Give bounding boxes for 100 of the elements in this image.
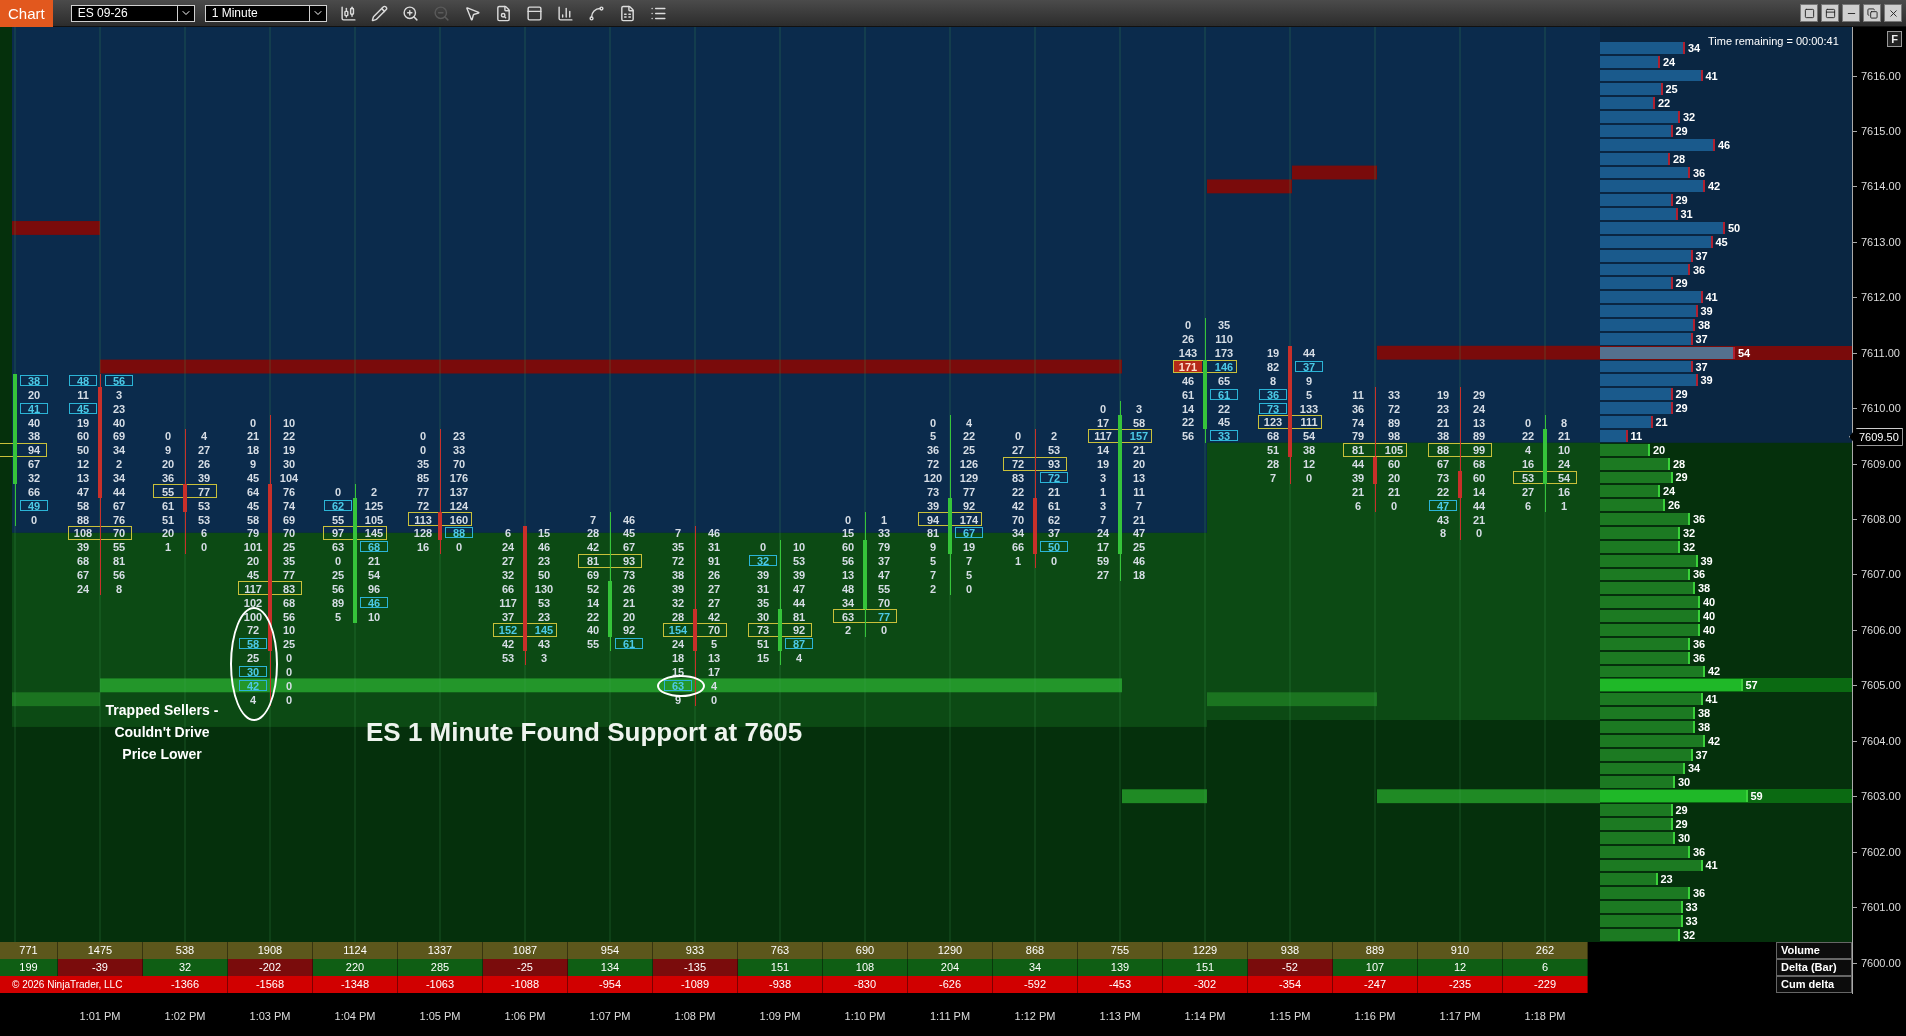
bid-volume: 38 xyxy=(670,568,686,580)
bid-volume: 70 xyxy=(1010,513,1026,525)
bid-volume: 11 xyxy=(1351,388,1365,400)
ask-volume: 56 xyxy=(105,374,133,386)
volume-value: 45 xyxy=(1715,235,1728,248)
ask-volume: 67 xyxy=(26,458,42,470)
volume-value: 23 xyxy=(1660,873,1673,886)
volume-value: 38 xyxy=(1698,582,1711,595)
volume-value: 32 xyxy=(1683,928,1696,941)
volume-value: 36 xyxy=(1693,887,1706,900)
cum-delta-cell: -938 xyxy=(738,976,823,993)
bid-volume: 12 xyxy=(75,458,91,470)
ask-volume: 62 xyxy=(1046,513,1062,525)
bid-volume: 27 xyxy=(1520,485,1536,497)
bid-volume: 0 xyxy=(248,416,258,428)
close-icon[interactable] xyxy=(1884,4,1902,22)
bid-volume: 0 xyxy=(418,430,428,442)
volume-value: 37 xyxy=(1695,748,1708,761)
ask-volume: 21 xyxy=(1386,485,1402,497)
chart-tab[interactable]: Chart xyxy=(0,0,53,27)
ask-volume: 20 xyxy=(1386,471,1402,483)
bid-volume: 30 xyxy=(239,665,267,677)
ask-volume: 70 xyxy=(111,527,127,539)
ask-volume: 2 xyxy=(369,485,379,497)
ask-volume: 0 xyxy=(199,541,209,553)
ask-volume: 44 xyxy=(1471,499,1487,511)
bid-volume: 3 xyxy=(1098,499,1108,511)
volume-value: 32 xyxy=(1683,111,1696,124)
ask-volume: 53 xyxy=(196,499,212,511)
bid-volume: 19 xyxy=(1265,347,1281,359)
delta-cell: -52 xyxy=(1248,959,1333,976)
bid-volume: 53 xyxy=(1520,471,1536,483)
ask-volume: 110 xyxy=(1214,333,1234,345)
volume-cell: 1229 xyxy=(1163,942,1248,959)
volume-cell: 771 xyxy=(0,942,58,959)
bid-volume: 16 xyxy=(1520,458,1536,470)
bid-volume: 55 xyxy=(330,513,346,525)
ask-volume: 105 xyxy=(1383,444,1405,456)
ask-volume: 70 xyxy=(451,458,467,470)
price-label: 7613.00 xyxy=(1861,234,1901,249)
ask-volume: 67 xyxy=(621,541,637,553)
bid-volume: 27 xyxy=(1095,568,1111,580)
window-icon[interactable] xyxy=(1821,4,1839,22)
bid-volume: 9 xyxy=(163,444,173,456)
volume-value: 57 xyxy=(1745,679,1758,692)
volume-value: 20 xyxy=(1653,443,1666,456)
bid-volume: 21 xyxy=(1435,416,1451,428)
ask-volume: 27 xyxy=(196,444,212,456)
volume-value: 41 xyxy=(1705,693,1718,706)
bid-volume: 60 xyxy=(840,541,856,553)
cum-delta-cell: -1348 xyxy=(313,976,398,993)
ask-volume: 35 xyxy=(281,555,297,567)
volume-value: 38 xyxy=(1698,720,1711,733)
time-label: 1:02 PM xyxy=(163,1010,207,1022)
ask-volume: 42 xyxy=(706,610,722,622)
interval-dropdown[interactable]: 1 Minute xyxy=(204,4,327,22)
ask-volume: 37 xyxy=(1046,527,1062,539)
bid-volume: 16 xyxy=(415,541,431,553)
bid-volume: 45 xyxy=(245,568,261,580)
volume-value: 42 xyxy=(1708,734,1721,747)
bid-volume: 100 xyxy=(242,610,264,622)
time-label: 1:10 PM xyxy=(843,1010,887,1022)
bid-volume: 81 xyxy=(1350,444,1366,456)
bid-volume: 73 xyxy=(755,624,771,636)
delta-cell: -135 xyxy=(653,959,738,976)
ask-volume: 20 xyxy=(1131,458,1147,470)
bid-volume: 0 xyxy=(163,430,173,442)
copyright-text: © 2026 NinjaTrader, LLC xyxy=(0,976,143,993)
bid-volume: 56 xyxy=(330,582,346,594)
volume-value: 36 xyxy=(1693,568,1706,581)
volume-value: 42 xyxy=(1708,665,1721,678)
bid-volume: 1 xyxy=(1013,555,1023,567)
bid-volume: 39 xyxy=(925,499,941,511)
cum-delta-cell: -954 xyxy=(568,976,653,993)
f-button[interactable]: F xyxy=(1887,31,1902,47)
ask-volume: 21 xyxy=(1556,430,1572,442)
volume-value: 39 xyxy=(1700,305,1713,318)
bid-volume: 0 xyxy=(333,485,343,497)
bid-volume: 143 xyxy=(1177,347,1199,359)
volume-value: 28 xyxy=(1673,152,1686,165)
ask-volume: 3 xyxy=(114,388,124,400)
ask-volume: 0 xyxy=(1474,527,1484,539)
bid-volume: 94 xyxy=(925,513,941,525)
ask-volume: 145 xyxy=(363,527,385,539)
restore-icon[interactable] xyxy=(1863,4,1881,22)
instrument-dropdown[interactable]: ES 09-26 xyxy=(70,4,195,22)
bid-volume: 28 xyxy=(1265,458,1281,470)
minimize-icon[interactable] xyxy=(1842,4,1860,22)
bid-volume: 35 xyxy=(755,596,771,608)
volume-value: 40 xyxy=(1703,596,1716,609)
time-label: 1:03 PM xyxy=(248,1010,292,1022)
highlight-circle xyxy=(657,675,705,697)
bid-volume: 11 xyxy=(76,388,90,400)
bid-volume: 0 xyxy=(843,513,853,525)
bid-volume: 66 xyxy=(1010,541,1026,553)
ask-volume: 146 xyxy=(1213,361,1235,373)
bid-volume: 18 xyxy=(670,652,686,664)
ask-volume: 1 xyxy=(879,513,889,525)
window-icon[interactable] xyxy=(1800,4,1818,22)
ask-volume: 104 xyxy=(278,471,300,483)
